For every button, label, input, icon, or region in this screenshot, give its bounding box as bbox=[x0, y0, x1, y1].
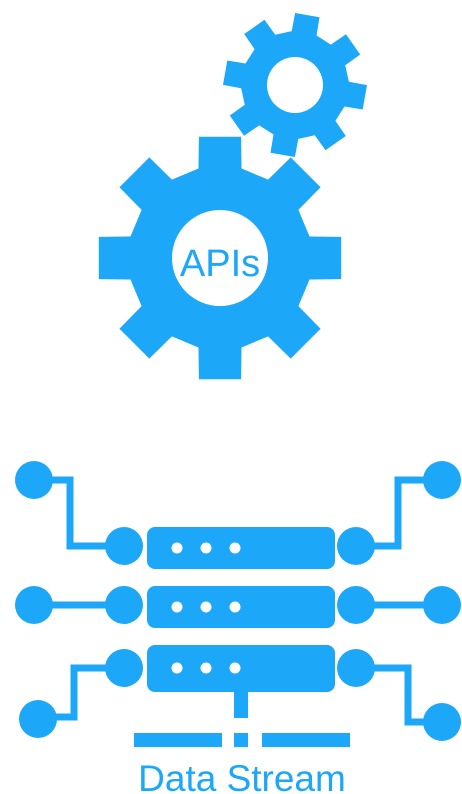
diagram-canvas: APIs Data Stream bbox=[15, 13, 461, 794]
server-dot-3-2 bbox=[200, 662, 212, 674]
small-gear-icon bbox=[223, 13, 367, 157]
node-left-middle-inner bbox=[105, 586, 143, 624]
node-right-bottom-outer bbox=[423, 703, 461, 741]
node-right-middle-inner bbox=[337, 586, 375, 624]
server-dot-3-1 bbox=[171, 662, 183, 674]
base-bar-left bbox=[134, 733, 222, 747]
node-left-top-outer bbox=[15, 461, 53, 499]
small-gear-hole bbox=[267, 57, 323, 113]
server-dot-1-1 bbox=[171, 542, 183, 554]
base-bar-center bbox=[234, 733, 248, 747]
apis-label: APIs bbox=[180, 243, 260, 285]
node-left-top-inner bbox=[105, 527, 143, 565]
node-right-top-inner bbox=[337, 527, 375, 565]
node-left-middle-outer bbox=[15, 586, 53, 624]
server-dot-2-2 bbox=[200, 601, 212, 613]
base-bar-right bbox=[262, 733, 350, 747]
server-stack-icon bbox=[134, 527, 350, 747]
server-dot-2-1 bbox=[171, 601, 183, 613]
node-right-top-outer bbox=[423, 461, 461, 499]
node-right-middle-outer bbox=[423, 586, 461, 624]
server-dot-1-2 bbox=[200, 542, 212, 554]
server-dot-1-3 bbox=[229, 542, 241, 554]
server-stem bbox=[234, 690, 248, 718]
node-right-bottom-inner bbox=[337, 649, 375, 687]
data-stream-label: Data Stream bbox=[138, 758, 346, 794]
node-left-bottom-inner bbox=[105, 649, 143, 687]
server-dot-2-3 bbox=[229, 601, 241, 613]
node-left-bottom-outer bbox=[19, 700, 57, 738]
server-dot-3-3 bbox=[229, 662, 241, 674]
